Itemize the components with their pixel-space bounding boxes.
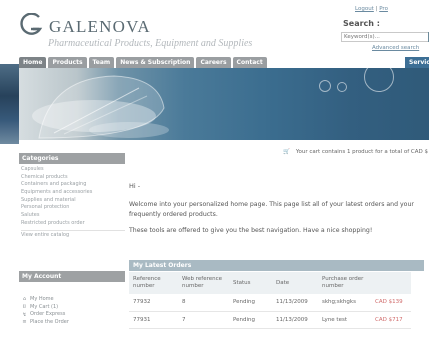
main-nav: Home Products Team News & Subscription Caree… xyxy=(19,57,267,68)
services-tab[interactable]: Servic xyxy=(405,57,429,68)
home-icon: ⌂ xyxy=(22,296,27,303)
cart-icon: ⌷ xyxy=(22,304,26,311)
table-cell: 11/13/2009 xyxy=(272,311,318,329)
side-photo xyxy=(0,64,19,144)
account-menu-label: Place the Order xyxy=(30,319,69,326)
category-link[interactable]: Equipments and accessories xyxy=(21,189,125,197)
nav-tab-home[interactable]: Home xyxy=(19,57,47,68)
cart-icon: 🛒 xyxy=(283,149,290,155)
nav-tab-careers[interactable]: Careers xyxy=(196,57,231,68)
account-menu-item[interactable]: ↯ Order Express xyxy=(22,311,69,319)
list-icon: ≡ xyxy=(22,319,27,326)
orders-table: Reference number Web reference number Stat… xyxy=(129,272,411,329)
bubble-decoration xyxy=(319,80,331,92)
table-cell: Lyne test xyxy=(318,311,371,329)
table-cell: 8 xyxy=(178,294,229,312)
latest-orders-heading: My Latest Orders xyxy=(129,260,424,271)
account-menu-label: Order Express xyxy=(30,311,66,318)
cart-summary-text: Your cart contains 1 product for a total… xyxy=(295,149,428,155)
account-menu-label: My Cart (1) xyxy=(30,303,59,310)
table-cell: CAD $717 xyxy=(371,311,411,329)
top-links: Logout | Pro xyxy=(355,6,388,12)
account-menu-label: My Home xyxy=(30,296,54,302)
table-row[interactable]: 77932 8 Pending 11/13/2009 skhg;skhgks CAD $1… xyxy=(129,294,411,312)
column-header: Purchase order number xyxy=(318,272,371,294)
nav-tab-team[interactable]: Team xyxy=(88,57,115,68)
table-cell: 11/13/2009 xyxy=(272,294,318,312)
column-header xyxy=(371,272,411,294)
categories-list: Capsules Chemical products Containers and … xyxy=(21,166,125,239)
table-row[interactable]: 77931 7 Pending 11/13/2009 Lyne test CAD $717 xyxy=(129,311,411,329)
tools-text: These tools are offered to give you the … xyxy=(129,227,373,234)
logout-link[interactable]: Logout xyxy=(355,6,374,12)
category-link[interactable]: Containers and packaging xyxy=(21,181,125,189)
view-catalog-link[interactable]: View entire catalog xyxy=(21,229,125,239)
account-menu-item[interactable]: ≡ Place the Order xyxy=(22,319,69,327)
category-link[interactable]: Chemical products xyxy=(21,174,125,182)
category-link[interactable]: Restricted products order xyxy=(21,220,125,228)
search-label: Search : xyxy=(343,19,380,28)
category-link[interactable]: Personal protection xyxy=(21,204,125,212)
bubble-decoration xyxy=(337,82,347,92)
nav-tab-news-subscription[interactable]: News & Subscription xyxy=(116,57,195,68)
cart-summary[interactable]: 🛒 Your cart contains 1 product for a tota… xyxy=(283,149,428,155)
column-header: Reference number xyxy=(129,272,178,294)
search-input[interactable] xyxy=(341,32,429,42)
category-link[interactable]: Capsules xyxy=(21,166,125,174)
column-header: Date xyxy=(272,272,318,294)
nav-tab-products[interactable]: Products xyxy=(48,57,87,68)
brand-tagline: Pharmaceutical Products, Equipment and S… xyxy=(48,38,253,49)
table-cell: Pending xyxy=(229,311,272,329)
orders-header-row: Reference number Web reference number Stat… xyxy=(129,272,411,294)
advanced-search-link[interactable]: Advanced search xyxy=(372,45,419,51)
greeting: Hi - xyxy=(129,182,141,190)
my-account-heading: My Account xyxy=(19,271,125,282)
account-menu: ⌂ My Home ⌷ My Cart (1) ↯ Order Express ≡ Place… xyxy=(22,296,69,327)
brand-name[interactable]: GALENOVA xyxy=(49,17,151,37)
lightning-icon: ↯ xyxy=(22,311,27,318)
galenova-logo-icon[interactable] xyxy=(19,13,43,37)
category-link[interactable]: Salutes xyxy=(21,212,125,220)
categories-heading: Categories xyxy=(19,153,125,164)
table-cell: skhg;skhgks xyxy=(318,294,371,312)
account-menu-item[interactable]: ⌷ My Cart (1) xyxy=(22,304,69,312)
intro-text: Welcome into your personalized home page… xyxy=(129,201,414,218)
header-banner xyxy=(19,68,429,140)
account-menu-item[interactable]: ⌂ My Home xyxy=(22,296,69,304)
order-reference-link[interactable]: 77931 xyxy=(129,311,178,329)
products-top-link[interactable]: Pro xyxy=(379,6,388,12)
category-link[interactable]: Supplies and material xyxy=(21,197,125,205)
table-cell: Pending xyxy=(229,294,272,312)
table-cell: 7 xyxy=(178,311,229,329)
nav-tab-contact[interactable]: Contact xyxy=(232,57,267,68)
column-header: Web reference number xyxy=(178,272,229,294)
table-cell: CAD $139 xyxy=(371,294,411,312)
column-header: Status xyxy=(229,272,272,294)
order-reference-link[interactable]: 77932 xyxy=(129,294,178,312)
